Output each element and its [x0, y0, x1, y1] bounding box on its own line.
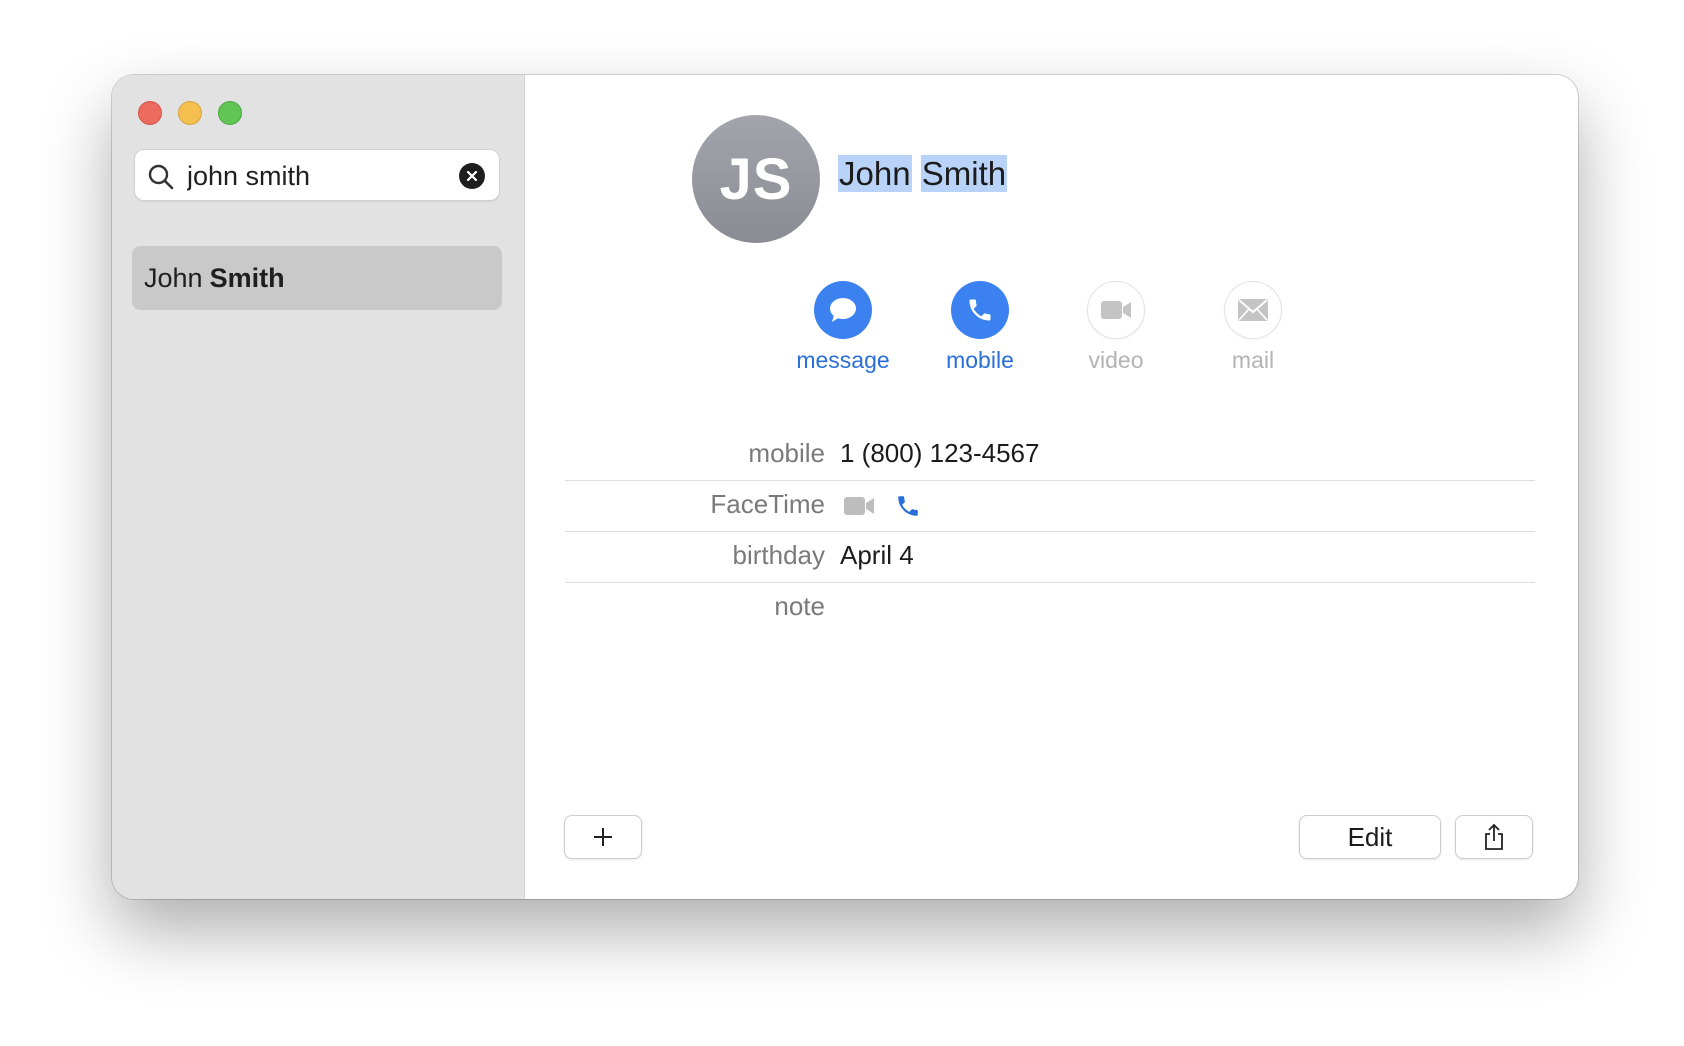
action-label: mobile: [946, 347, 1014, 373]
phone-number[interactable]: 1 (800) 123-4567: [840, 438, 1039, 469]
field-label: FaceTime: [710, 489, 825, 519]
plus-icon: [594, 828, 612, 846]
quick-actions: message mobile video mail: [793, 281, 1337, 381]
contact-card: JS John Smith message mobile video mail …: [525, 75, 1578, 899]
facetime-video-icon[interactable]: [843, 495, 875, 517]
share-button[interactable]: [1455, 815, 1533, 859]
phone-icon: [969, 299, 991, 321]
mail-action: mail: [1203, 281, 1303, 374]
clear-search-button[interactable]: [459, 163, 485, 189]
video-action: video: [1066, 281, 1166, 374]
field-label: note: [774, 591, 825, 621]
action-label: message: [796, 347, 890, 373]
add-button[interactable]: [564, 815, 642, 859]
sidebar: John Smith: [112, 75, 525, 899]
clear-icon: [466, 170, 478, 182]
field-row-facetime: FaceTime: [565, 481, 1535, 532]
mobile-action[interactable]: mobile: [930, 281, 1030, 374]
window-controls: [138, 101, 242, 125]
search-input[interactable]: [187, 156, 447, 196]
search-icon: [148, 164, 174, 190]
search-field[interactable]: [134, 149, 500, 201]
share-icon: [1485, 823, 1503, 850]
last-name: Smith: [920, 155, 1008, 192]
contact-name[interactable]: John Smith: [838, 155, 1008, 193]
field-row-note: note: [565, 583, 1535, 633]
contacts-window: John Smith JS John Smith message: [112, 75, 1578, 899]
message-bubble-icon: [830, 298, 856, 322]
field-label: mobile: [748, 438, 825, 468]
avatar-initials: JS: [719, 146, 793, 212]
birthday-value[interactable]: April 4: [840, 540, 914, 571]
contact-last-name: Smith: [209, 262, 285, 293]
avatar[interactable]: JS: [692, 115, 820, 243]
contact-first-name: John: [144, 262, 203, 293]
facetime-audio-icon[interactable]: [895, 493, 921, 519]
message-action[interactable]: message: [793, 281, 893, 374]
field-row-mobile: mobile 1 (800) 123-4567: [565, 430, 1535, 481]
field-label: birthday: [732, 540, 826, 570]
field-row-birthday: birthday April 4: [565, 532, 1535, 583]
first-name: John: [838, 155, 912, 192]
edit-button[interactable]: Edit: [1299, 815, 1441, 859]
action-label: mail: [1231, 347, 1275, 373]
envelope-icon: [1238, 299, 1268, 321]
close-window-button[interactable]: [138, 101, 162, 125]
maximize-window-button[interactable]: [218, 101, 242, 125]
minimize-window-button[interactable]: [178, 101, 202, 125]
action-label: video: [1088, 347, 1144, 373]
video-camera-icon: [1101, 301, 1131, 319]
contact-details: mobile 1 (800) 123-4567 FaceTime birthda…: [565, 430, 1535, 633]
contact-list-item[interactable]: John Smith: [132, 246, 502, 310]
